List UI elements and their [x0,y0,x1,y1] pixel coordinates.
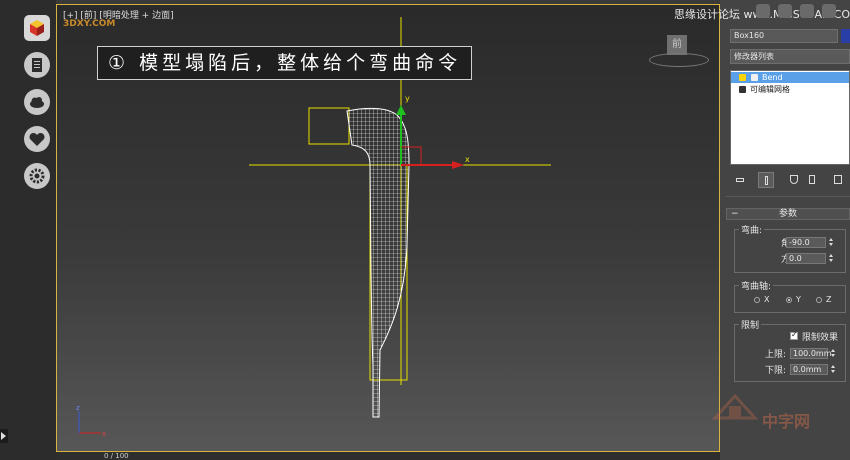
pin-stack-icon[interactable] [732,172,748,188]
expand-arrow-icon[interactable] [0,429,8,443]
cloud-icon[interactable] [23,88,51,116]
limit-effect-checkbox[interactable] [790,330,798,340]
axis-x-label: X [764,295,770,304]
bend-axis-group-title: 弯曲轴: [739,279,774,292]
upper-limit-label: 上限: [764,350,786,360]
object-name-field[interactable]: Box160 [730,29,838,43]
limits-group-title: 限制 [739,318,762,331]
left-sidebar [0,0,56,460]
modifier-stack[interactable]: Bend 可编辑网格 [730,70,850,165]
upper-limit-spinner[interactable] [830,348,837,359]
bottom-watermark: 中字网 [762,412,811,431]
tab-hierarchy-icon[interactable] [800,4,814,18]
axis-x-radio[interactable] [754,297,760,303]
angle-spinner[interactable] [828,237,835,248]
configure-sets-icon[interactable] [830,172,846,188]
direction-input[interactable]: 0.0 [786,253,826,264]
lower-limit-input[interactable]: 0.0mm [790,364,828,375]
stack-toolbar [730,172,850,188]
expand-plus-icon[interactable] [751,74,758,81]
front-viewport[interactable]: [+] [前] [明暗处理 + 边面] 3DXY.COM y x ① 模型塌陷后… [56,4,720,452]
tab-modify-icon[interactable] [778,4,792,18]
viewcube-ring[interactable] [649,53,709,67]
axis-y-label: Y [796,295,801,304]
expand-plus-icon[interactable] [739,86,746,93]
show-end-result-icon[interactable] [758,172,774,188]
axis-y-radio[interactable] [786,297,792,303]
bent-mesh [346,107,410,418]
tab-display-icon[interactable] [822,4,836,18]
stack-item-editable-mesh[interactable]: 可编辑网格 [731,84,849,95]
stack-item-label: Bend [762,73,783,82]
limit-effect-label: 限制效果 [802,333,839,343]
remove-modifier-icon[interactable] [804,172,820,188]
bottom-logo-icon [711,393,759,420]
frame-counter: 0 / 100 [104,452,129,460]
stack-item-label: 可编辑网格 [750,85,790,94]
heart-icon[interactable] [23,125,51,153]
collapse-minus-icon[interactable]: − [731,209,739,219]
lightbulb-icon[interactable] [739,74,746,81]
svg-text:y: y [405,94,410,103]
3d-cube-logo-icon[interactable] [23,14,51,42]
angle-input[interactable]: -90.0 [786,237,826,248]
upper-limit-input[interactable]: 100.0mm [790,348,832,359]
make-unique-icon[interactable] [786,172,802,188]
stack-item-bend[interactable]: Bend [731,72,849,83]
svg-text:x: x [465,155,470,164]
modifier-list-dropdown[interactable]: 修改器列表 [730,49,850,64]
gizmo-box-top [308,107,350,145]
lower-limit-label: 下限: [764,366,786,376]
max-ui: [+] [前] [明暗处理 + 边面] 3DXY.COM y x ① 模型塌陷后… [0,0,850,460]
direction-spinner[interactable] [828,253,835,264]
y-axis-arrowhead [396,105,406,115]
gear-icon[interactable] [23,162,51,190]
svg-text:z: z [76,404,80,412]
lower-limit-spinner[interactable] [830,364,837,375]
bend-group-title: 弯曲: [739,223,765,236]
instruction-banner: ① 模型塌陷后，整体给个弯曲命令 [97,46,473,80]
rollout-title: 参数 [778,209,797,219]
object-color-swatch[interactable] [841,29,850,43]
axis-z-label: Z [826,295,832,304]
separator [726,196,850,197]
svg-text:x: x [102,430,106,438]
document-icon[interactable] [23,51,51,79]
status-bar: 0 / 100 [56,452,720,460]
parameters-rollout-header[interactable]: − 参数 [726,208,850,220]
viewcube[interactable]: 前 [667,35,687,55]
axis-z-radio[interactable] [816,297,822,303]
tab-create-icon[interactable] [756,4,770,18]
x-axis-arrowhead [452,161,464,169]
axis-tripod-icon: z x [76,404,106,438]
command-panel-tabs [722,0,850,22]
